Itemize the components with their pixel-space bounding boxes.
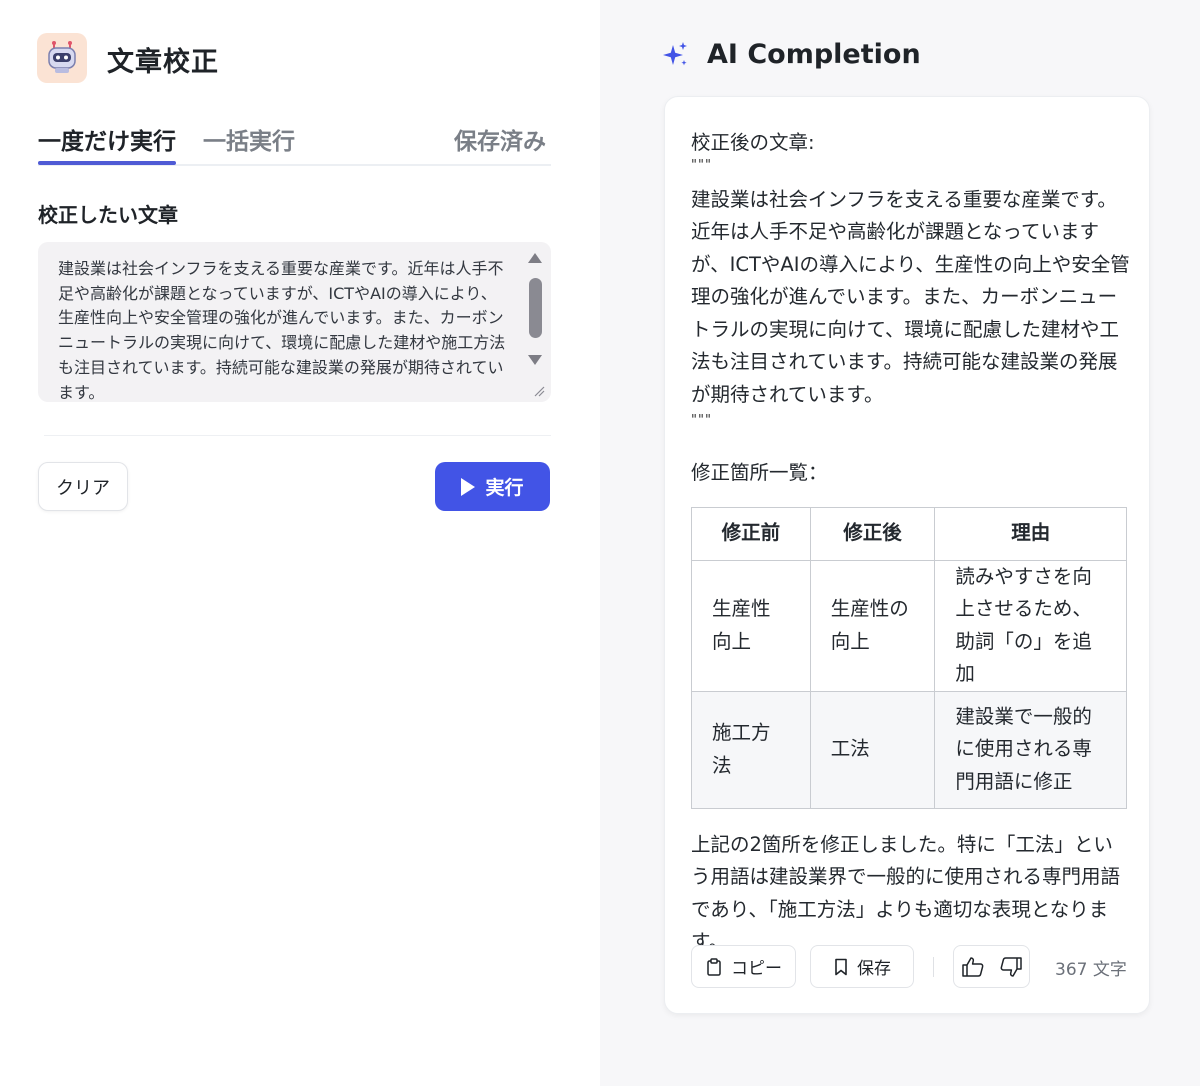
toolbar-divider xyxy=(933,957,934,977)
play-icon xyxy=(461,477,476,496)
completion-toolbar: コピー 保存 367 文字 xyxy=(691,945,1131,989)
resize-handle-icon[interactable] xyxy=(533,385,545,397)
completion-card: 校正後の文章: """ 建設業は社会インフラを支える重要な産業です。近年は人手不… xyxy=(664,96,1150,1014)
completion-body: 校正後の文章: """ 建設業は社会インフラを支える重要な産業です。近年は人手不… xyxy=(691,127,1131,959)
table-header-reason: 理由 xyxy=(934,506,1127,561)
input-label: 校正したい文章 xyxy=(38,203,178,227)
thumbs-down-icon[interactable] xyxy=(999,956,1023,978)
input-textarea[interactable]: 建設業は社会インフラを支える重要な産業です。近年は人手不足や高齢化が課題となって… xyxy=(38,242,551,402)
run-button[interactable]: 実行 xyxy=(435,462,550,511)
table-cell-after: 工法 xyxy=(809,690,936,809)
copy-button-label: コピー xyxy=(731,959,782,979)
tab-saved[interactable]: 保存済み xyxy=(454,122,546,156)
table-row: 施工方法 工法 建設業で一般的に使用される専門用語に修正 xyxy=(691,690,1127,809)
save-button-label: 保存 xyxy=(857,959,891,979)
clipboard-icon xyxy=(707,957,721,976)
left-panel: 文章校正 一度だけ実行 一括実行 保存済み 校正したい文章 建設業は社会インフラ… xyxy=(0,0,600,1086)
table-cell-reason: 読みやすさを向上させるため、助詞「の」を追加 xyxy=(934,559,1127,692)
divider xyxy=(44,435,551,436)
scroll-down-arrow-icon[interactable] xyxy=(528,355,542,365)
scroll-up-arrow-icon[interactable] xyxy=(528,253,542,263)
input-text: 建設業は社会インフラを支える重要な産業です。近年は人手不足や高齢化が課題となって… xyxy=(58,259,506,402)
table-cell-before: 施工方法 xyxy=(691,690,811,809)
robot-icon xyxy=(37,33,87,83)
table-row: 生産性向上 生産性の向上 読みやすさを向上させるため、助詞「の」を追加 xyxy=(691,559,1127,692)
right-panel: AI Completion 校正後の文章: """ 建設業は社会インフラを支える… xyxy=(600,0,1200,1086)
save-button[interactable]: 保存 xyxy=(810,945,914,988)
table-header-after: 修正後 xyxy=(809,506,936,561)
app-title: 文章校正 xyxy=(107,47,219,78)
active-tab-indicator xyxy=(38,161,176,165)
feedback-buttons xyxy=(953,945,1030,988)
table-cell-before: 生産性向上 xyxy=(691,559,811,692)
thumbs-up-icon[interactable] xyxy=(961,956,985,978)
corrections-heading: 修正箇所一覧： xyxy=(691,461,828,484)
table-header-before: 修正前 xyxy=(691,506,811,561)
character-count: 367 文字 xyxy=(1055,960,1127,980)
sparkle-icon xyxy=(663,42,687,66)
clear-button[interactable]: クリア xyxy=(38,462,128,511)
tab-bar: 一度だけ実行 一括実行 保存済み xyxy=(38,118,551,166)
scrollbar-thumb[interactable] xyxy=(529,278,542,338)
bookmark-icon xyxy=(835,958,847,975)
table-cell-after: 生産性の向上 xyxy=(809,559,936,692)
summary-text: 上記の2箇所を修正しました。特に「工法」という用語は建設業界で一般的に使用される… xyxy=(691,832,1121,954)
copy-button[interactable]: コピー xyxy=(691,945,796,988)
tab-batch-run[interactable]: 一括実行 xyxy=(203,122,295,156)
run-button-label: 実行 xyxy=(485,477,524,499)
corrections-table: 修正前 修正後 理由 生産性向上 生産性の向上 読みやすさを向上させるため、助詞… xyxy=(691,506,1127,809)
corrected-text: 建設業は社会インフラを支える重要な産業です。近年は人手不足や高齢化が課題となって… xyxy=(691,187,1130,406)
table-cell-reason: 建設業で一般的に使用される専門用語に修正 xyxy=(934,690,1127,809)
tab-run-once[interactable]: 一度だけ実行 xyxy=(38,122,176,156)
quote-close: """ xyxy=(691,413,712,428)
completion-title: AI Completion xyxy=(707,39,921,70)
